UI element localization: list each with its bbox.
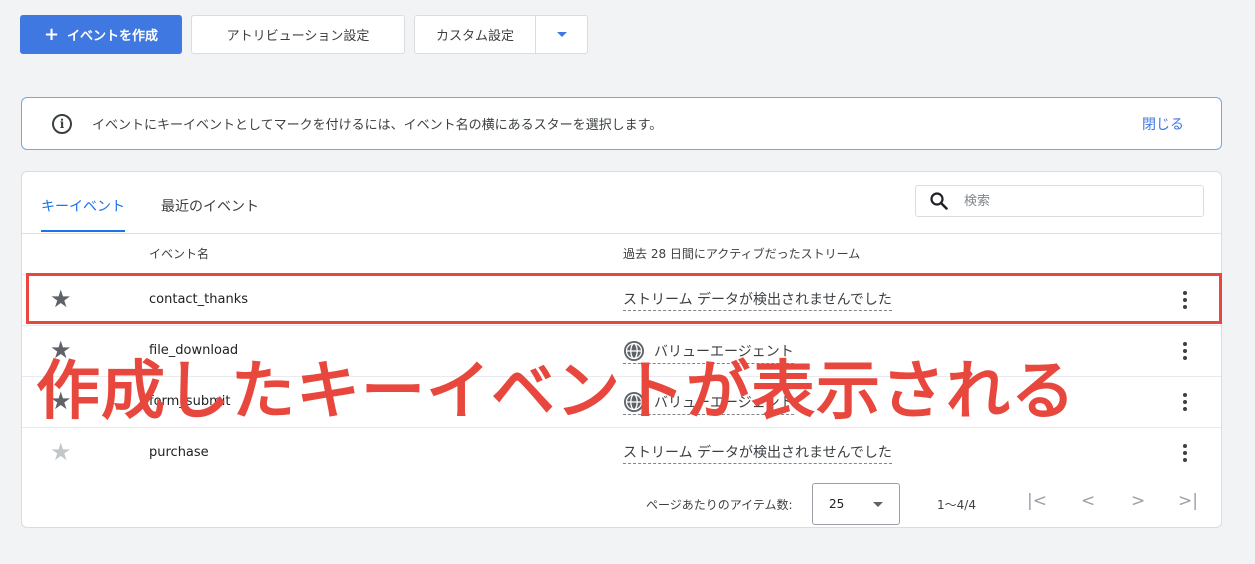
search-box[interactable]: [915, 185, 1204, 217]
attribution-settings-label: アトリビューション設定: [226, 29, 370, 44]
tab-bar: キーイベント 最近のイベント: [41, 194, 259, 232]
pagination: ページあたりのアイテム数: 25 1〜4/4 |< < > >|: [22, 483, 1221, 525]
custom-settings-dropdown[interactable]: [536, 15, 588, 54]
plus-icon: +: [43, 24, 60, 45]
custom-settings-label: カスタム設定: [435, 29, 514, 44]
column-header-stream[interactable]: 過去 28 日間にアクティブだったストリーム: [623, 245, 860, 262]
event-name: purchase: [149, 445, 209, 460]
per-page-select[interactable]: 25: [812, 483, 900, 525]
more-vert-icon[interactable]: [1183, 342, 1187, 360]
banner-close-button[interactable]: 閉じる: [1142, 114, 1184, 134]
search-input[interactable]: [964, 193, 1184, 209]
header-divider: [22, 233, 1221, 234]
banner-text: イベントにキーイベントとしてマークを付けるには、イベント名の横にあるスターを選択…: [92, 118, 663, 133]
search-icon: [930, 192, 948, 210]
pagination-range: 1〜4/4: [937, 498, 976, 512]
highlight-box: [26, 273, 1222, 324]
create-event-label: イベントを作成: [67, 29, 159, 44]
more-vert-icon[interactable]: [1183, 393, 1187, 411]
per-page-value: 25: [829, 497, 845, 511]
attribution-settings-button[interactable]: アトリビューション設定: [191, 15, 405, 54]
column-header-event-name[interactable]: イベント名: [149, 245, 209, 262]
chevron-down-icon: [556, 32, 567, 37]
info-icon: i: [52, 113, 72, 134]
per-page-label: ページあたりのアイテム数:: [646, 498, 793, 512]
info-banner: i イベントにキーイベントとしてマークを付けるには、イベント名の横にあるスターを…: [21, 97, 1222, 150]
chevron-down-icon: [873, 502, 883, 507]
last-page-button[interactable]: >|: [1178, 491, 1198, 511]
star-outline-icon[interactable]: ★: [50, 440, 72, 464]
toolbar: + イベントを作成 アトリビューション設定 カスタム設定: [20, 15, 588, 54]
stream-label: ストリーム データが検出されませんでした: [623, 445, 892, 461]
first-page-button[interactable]: |<: [1027, 491, 1047, 511]
custom-settings-button[interactable]: カスタム設定: [414, 15, 536, 54]
annotation-caption: 作成したキーイベントが表示される: [36, 355, 1076, 429]
prev-page-button[interactable]: <: [1081, 491, 1095, 511]
more-vert-icon[interactable]: [1183, 444, 1187, 462]
next-page-button[interactable]: >: [1131, 491, 1145, 511]
create-event-button[interactable]: + イベントを作成: [20, 15, 182, 54]
stream-status[interactable]: ストリーム データが検出されませんでした: [623, 442, 892, 464]
tab-recent-events[interactable]: 最近のイベント: [161, 194, 259, 232]
table-row: ★ purchase ストリーム データが検出されませんでした: [22, 427, 1221, 478]
tab-key-events[interactable]: キーイベント: [41, 194, 125, 232]
